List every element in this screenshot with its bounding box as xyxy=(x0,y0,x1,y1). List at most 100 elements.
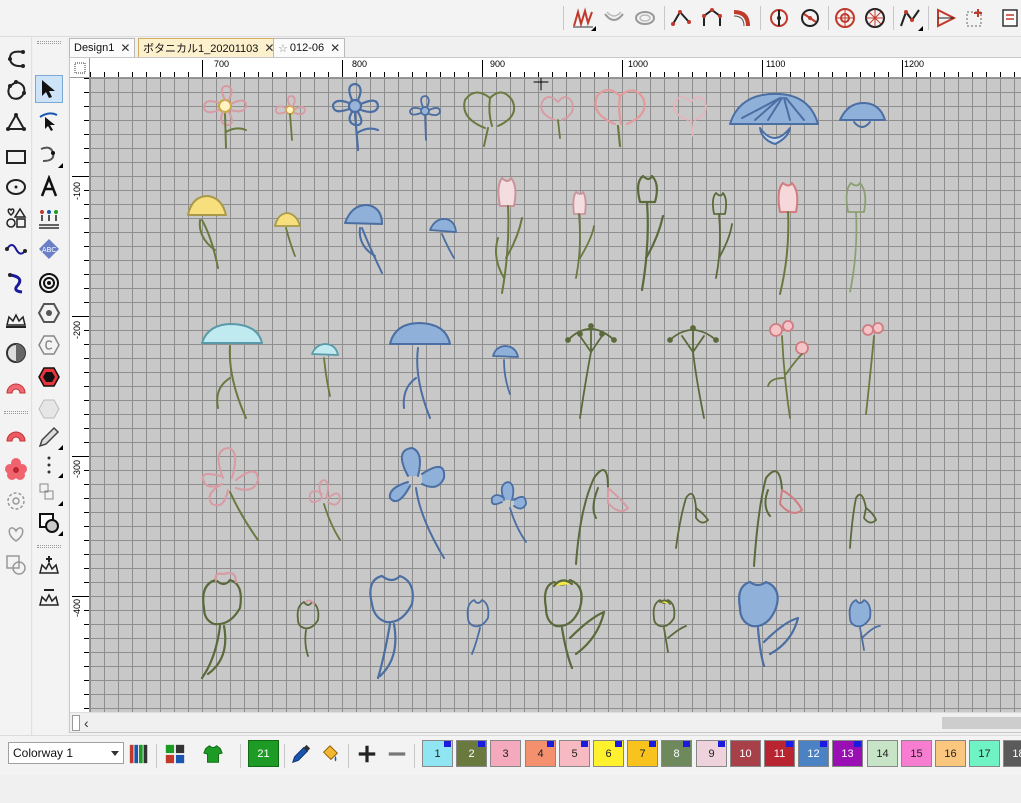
select-arrow-icon[interactable] xyxy=(35,75,63,103)
horizontal-scrollbar[interactable]: ‹ xyxy=(70,712,1021,732)
closed-curve-icon[interactable] xyxy=(2,77,30,105)
toolbar-grip[interactable] xyxy=(37,545,61,548)
thread-swatch[interactable]: 18 xyxy=(1003,740,1021,767)
concentric-circle-icon[interactable] xyxy=(35,269,63,297)
thread-swatch[interactable]: 14 xyxy=(867,740,898,767)
freehand-open-curve-icon[interactable] xyxy=(2,45,30,73)
colorway-grid-icon[interactable] xyxy=(162,741,188,767)
thread-swatch[interactable]: 8 xyxy=(661,740,692,767)
motif-circle-icon[interactable] xyxy=(832,4,858,32)
thread-swatch-label: 4 xyxy=(537,747,544,760)
arc-fill-red-icon[interactable] xyxy=(2,421,30,449)
bend-line-icon[interactable] xyxy=(897,4,923,32)
bean-stitch-icon[interactable] xyxy=(2,269,30,297)
hexagon-outline-icon[interactable] xyxy=(35,299,63,327)
circle-split-icon[interactable] xyxy=(2,339,30,367)
toolbar-separator xyxy=(284,744,285,768)
thread-swatch[interactable]: 12 xyxy=(798,740,829,767)
wheel-icon[interactable] xyxy=(862,4,888,32)
flower-fill-icon[interactable] xyxy=(2,455,30,483)
ring-gray-icon[interactable] xyxy=(632,4,658,32)
arc-fill-pink-icon[interactable] xyxy=(2,373,30,401)
close-icon[interactable]: ✕ xyxy=(330,41,340,55)
scroll-splitter[interactable] xyxy=(72,715,80,731)
ruler-label: 800 xyxy=(352,59,368,69)
thread-swatch[interactable]: 10 xyxy=(730,740,761,767)
thread-swatch[interactable]: 4 xyxy=(525,740,556,767)
steps-icon[interactable] xyxy=(35,479,63,507)
satin-column-icon[interactable] xyxy=(729,4,755,32)
crown-outline-icon[interactable] xyxy=(2,307,30,335)
reshape-node-icon[interactable] xyxy=(35,107,63,135)
thread-swatch[interactable]: 16 xyxy=(935,740,966,767)
thread-swatch[interactable]: 2 xyxy=(456,740,487,767)
text-tool-icon[interactable] xyxy=(35,173,63,201)
embroidery-design-area[interactable] xyxy=(90,78,1021,712)
appliqué-right-icon[interactable] xyxy=(797,4,823,32)
crown-add-icon[interactable] xyxy=(35,553,63,581)
closed-shape-icon[interactable] xyxy=(699,4,725,32)
appliqué-left-icon[interactable] xyxy=(766,4,792,32)
tab-design1[interactable]: Design1 ✕ xyxy=(69,38,136,57)
zigzag-stitch-icon[interactable] xyxy=(570,4,596,32)
flower-tulip-yellow-green-large xyxy=(543,578,606,670)
thread-swatch[interactable]: 5 xyxy=(559,740,590,767)
remove-color-icon[interactable] xyxy=(384,741,410,767)
flower-outline-gray-icon[interactable] xyxy=(2,487,30,515)
toolbar-grip[interactable] xyxy=(37,41,61,44)
crown-remove-icon[interactable] xyxy=(35,583,63,611)
toolbar-grip[interactable] xyxy=(4,411,28,414)
eyedropper-icon[interactable] xyxy=(288,741,314,767)
t-shirt-icon[interactable] xyxy=(200,741,226,767)
dots-stitch-icon[interactable] xyxy=(35,451,63,479)
flower-queen-anne-lace-small xyxy=(667,325,719,419)
open-shape-icon[interactable] xyxy=(669,4,695,32)
tab-botanical[interactable]: ボタニカル1_20201103 ✕ xyxy=(138,38,280,57)
thread-swatch[interactable]: 7 xyxy=(627,740,658,767)
thread-swatch[interactable]: 13 xyxy=(832,740,863,767)
team-names-icon[interactable] xyxy=(35,205,63,233)
in-use-marker xyxy=(444,741,451,747)
ellipse-icon[interactable] xyxy=(2,173,30,201)
square-circle-icon[interactable] xyxy=(35,509,63,537)
thread-swatch[interactable]: 11 xyxy=(764,740,795,767)
extra-tool-icon[interactable] xyxy=(996,4,1021,32)
ruler-corner[interactable] xyxy=(70,58,90,78)
monogram-icon[interactable]: ABC xyxy=(35,235,63,263)
arc-gray-icon[interactable] xyxy=(601,4,627,32)
add-color-icon[interactable] xyxy=(354,741,380,767)
thread-swatch[interactable]: 15 xyxy=(901,740,932,767)
scroll-thumb[interactable] xyxy=(942,717,1021,729)
flower-tulip-tall-green-small xyxy=(711,192,733,279)
tab-012-06[interactable]: ☆ 012-06 ✕ xyxy=(273,38,346,57)
rectangle-icon[interactable] xyxy=(2,143,30,171)
select-move-icon[interactable] xyxy=(963,4,989,32)
in-use-marker xyxy=(581,741,588,747)
knife-pencil-icon[interactable] xyxy=(35,423,63,451)
flower-carnation-cyan xyxy=(201,323,263,419)
overlap-gray-icon[interactable] xyxy=(2,551,30,579)
close-icon[interactable]: ✕ xyxy=(120,41,130,55)
thread-swatch-label: 3 xyxy=(502,747,509,760)
flag-arrow-icon[interactable] xyxy=(933,4,959,32)
scroll-left-arrow-icon[interactable]: ‹ xyxy=(84,715,89,731)
thread-swatch[interactable]: 9 xyxy=(696,740,727,767)
running-stitch-icon[interactable] xyxy=(2,237,30,265)
paint-bucket-icon[interactable] xyxy=(317,741,343,767)
hexagon-gray-icon[interactable] xyxy=(35,395,63,423)
flower-poppy-light-pink xyxy=(673,96,707,137)
thread-swatch[interactable]: 1 xyxy=(422,740,453,767)
hearts-gray-icon[interactable] xyxy=(2,519,30,547)
polygon-points-icon[interactable] xyxy=(2,109,30,137)
thread-chart-icon[interactable] xyxy=(126,741,152,767)
stitch-edit-icon[interactable] xyxy=(35,141,63,169)
current-color-swatch[interactable]: 21 xyxy=(248,740,279,767)
hexagon-red-icon[interactable] xyxy=(35,363,63,391)
hexagon-curl-icon[interactable] xyxy=(35,331,63,359)
thread-swatch[interactable]: 3 xyxy=(490,740,521,767)
thread-swatch[interactable]: 17 xyxy=(969,740,1000,767)
colorway-dropdown[interactable]: Colorway 1 xyxy=(8,742,124,764)
ruler-label: -100 xyxy=(72,181,82,200)
thread-swatch[interactable]: 6 xyxy=(593,740,624,767)
shapes-icon[interactable] xyxy=(2,203,30,231)
